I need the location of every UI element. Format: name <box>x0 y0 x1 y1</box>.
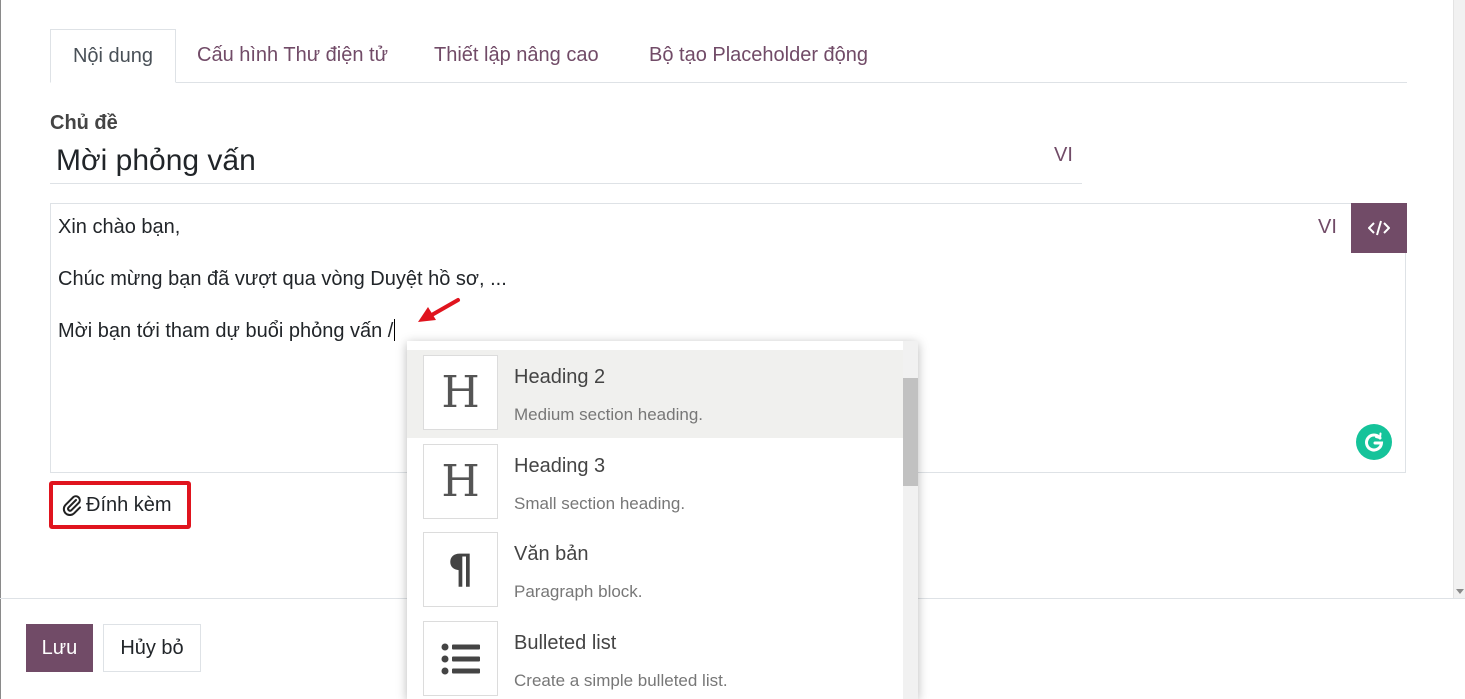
subject-label: Chủ đề <box>50 112 118 134</box>
tab-bar: Nội dung Cấu hình Thư điện tử Thiết lập … <box>50 29 1407 83</box>
powerbox-item-description: Small section heading. <box>514 494 686 513</box>
powerbox-item-paragraph[interactable]: ¶ Văn bản Paragraph block. <box>407 527 903 615</box>
powerbox-item-title: Văn bản <box>514 543 589 565</box>
powerbox-dropdown: H Heading 2 Medium section heading. H He… <box>407 341 918 699</box>
heading-icon: H <box>423 355 498 430</box>
subject-field[interactable]: Mời phỏng vấn VI <box>50 138 1082 184</box>
text-caret <box>394 319 396 341</box>
powerbox-scroll-thumb[interactable] <box>903 378 918 486</box>
powerbox-item-description: Medium section heading. <box>514 405 704 424</box>
editor-line-text: Mời bạn tới tham dự buổi phỏng vấn / <box>58 320 394 342</box>
tab-advanced-settings[interactable]: Thiết lập nâng cao <box>434 29 599 83</box>
annotation-arrow-icon <box>418 298 460 322</box>
powerbox-scrollbar[interactable] <box>903 341 918 699</box>
heading-icon: H <box>423 444 498 519</box>
page-scrollbar[interactable] <box>1453 0 1465 598</box>
powerbox-item-description: Create a simple bulleted list. <box>514 671 728 690</box>
save-button[interactable]: Lưu <box>26 624 93 672</box>
editor-line-current[interactable]: Mời bạn tới tham dự buổi phỏng vấn / <box>58 319 396 343</box>
powerbox-item-heading-3[interactable]: H Heading 3 Small section heading. <box>407 439 903 527</box>
code-view-button[interactable] <box>1351 203 1407 253</box>
attach-label: Đính kèm <box>86 493 172 516</box>
code-icon <box>1368 220 1390 236</box>
tab-email-config[interactable]: Cấu hình Thư điện tử <box>197 29 388 83</box>
powerbox-item-title: Heading 2 <box>514 366 606 388</box>
grammarly-icon[interactable] <box>1356 424 1392 460</box>
cancel-button[interactable]: Hủy bỏ <box>103 624 201 672</box>
paperclip-icon <box>62 495 81 516</box>
subject-translate-button[interactable]: VI <box>1054 144 1073 167</box>
powerbox-item-title: Heading 3 <box>514 455 606 477</box>
powerbox-item-bulleted-list[interactable]: Bulleted list Create a simple bulleted l… <box>407 616 903 699</box>
powerbox-item-title: Bulleted list <box>514 632 617 654</box>
tab-dynamic-placeholder[interactable]: Bộ tạo Placeholder động <box>649 29 868 83</box>
powerbox-item-heading-2[interactable]: H Heading 2 Medium section heading. <box>407 350 903 438</box>
editor-line[interactable]: Xin chào bạn, <box>58 216 180 239</box>
attach-button[interactable]: Đính kèm <box>62 490 172 520</box>
subject-input[interactable]: Mời phỏng vấn <box>56 144 256 178</box>
bulleted-list-icon <box>423 621 498 696</box>
paragraph-icon: ¶ <box>423 532 498 607</box>
tab-content[interactable]: Nội dung <box>50 29 176 83</box>
editor-line[interactable]: Chúc mừng bạn đã vượt qua vòng Duyệt hồ … <box>58 268 507 291</box>
scroll-down-icon[interactable] <box>1456 589 1464 594</box>
powerbox-item-description: Paragraph block. <box>514 582 643 601</box>
body-translate-button[interactable]: VI <box>1318 216 1337 239</box>
